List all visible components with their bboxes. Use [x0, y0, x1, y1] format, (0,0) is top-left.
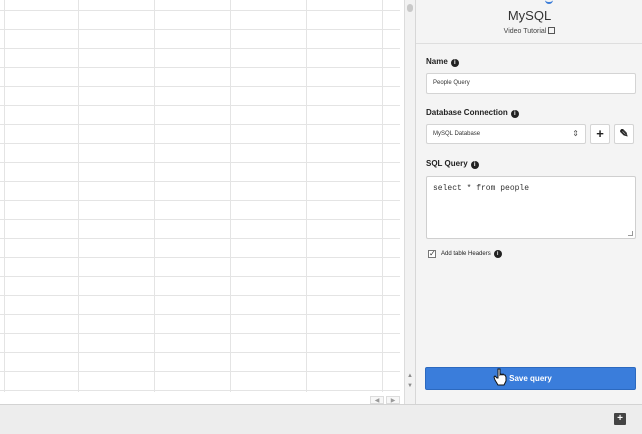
grid-row-line [0, 257, 400, 258]
info-icon[interactable]: i [510, 110, 519, 118]
video-tutorial-label: Video Tutorial [503, 28, 547, 35]
grid-row-line [0, 124, 400, 125]
grid-row-line [0, 200, 400, 201]
logo-icon [545, 0, 553, 4]
panel-title: MySQL [507, 8, 552, 23]
spreadsheet-grid[interactable] [0, 0, 404, 400]
connection-label-text: Database Connection [426, 108, 508, 117]
sql-query-text: select * from people [433, 184, 530, 193]
add-headers-checkbox[interactable]: ✓ [428, 250, 436, 258]
name-label-text: Name [426, 57, 448, 66]
select-caret-icon: ⇕ [572, 129, 579, 138]
connection-select-value: MySQL Database [433, 131, 481, 137]
grid-row-line [0, 143, 400, 144]
scroll-right-icon[interactable]: ▶ [386, 396, 400, 404]
grid-row-line [0, 333, 400, 334]
grid-row-line [0, 29, 400, 30]
divider [416, 43, 642, 44]
edit-icon: ✎ [619, 128, 629, 140]
grid-row-line [0, 162, 400, 163]
connection-label: Database Connection i [426, 108, 519, 118]
info-icon[interactable]: i [493, 250, 502, 258]
grid-row-line [0, 295, 400, 296]
video-tutorial-link[interactable]: Video Tutorial [416, 27, 642, 35]
add-headers-label-text: Add table Headers [441, 251, 491, 257]
resize-handle-icon[interactable] [628, 231, 633, 236]
bottom-bar: + [0, 404, 642, 434]
plus-square-icon[interactable]: + [614, 413, 626, 425]
scroll-up-icon[interactable]: ▲ [405, 372, 415, 381]
add-connection-button[interactable]: + [590, 124, 610, 144]
grid-row-line [0, 390, 400, 391]
query-label-text: SQL Query [426, 159, 468, 168]
hand-cursor-icon [493, 368, 507, 386]
query-label: SQL Query i [426, 159, 479, 169]
horizontal-scroll-buttons: ◀ ▶ [370, 396, 400, 404]
grid-row-line [0, 276, 400, 277]
scroll-thumb[interactable] [407, 4, 413, 12]
app-window: ▲ ▼ ◀ ▶ MySQL Video Tutorial Name i Peopl… [0, 0, 642, 434]
grid-row-line [0, 314, 400, 315]
vertical-scrollbar[interactable]: ▲ ▼ [404, 0, 415, 404]
plus-icon: + [596, 126, 604, 141]
add-headers-label: Add table Headers i [441, 250, 502, 258]
name-label: Name i [426, 57, 459, 67]
grid-row-line [0, 219, 400, 220]
database-connection-select[interactable]: MySQL Database ⇕ [426, 124, 586, 144]
grid-row-line [0, 371, 400, 372]
grid-row-line [0, 86, 400, 87]
sql-query-textarea[interactable]: select * from people [426, 176, 636, 239]
query-settings-panel: MySQL Video Tutorial Name i People Query … [415, 0, 642, 404]
grid-row-line [0, 10, 400, 11]
scroll-down-icon[interactable]: ▼ [405, 382, 415, 391]
name-input[interactable]: People Query [426, 73, 636, 94]
grid-row-line [0, 48, 400, 49]
external-link-icon [548, 27, 556, 34]
grid-row-line [0, 181, 400, 182]
edit-connection-button[interactable]: ✎ [614, 124, 634, 144]
grid-row-line [0, 238, 400, 239]
info-icon[interactable]: i [470, 161, 479, 169]
info-icon[interactable]: i [450, 59, 459, 67]
save-query-button[interactable]: Save query [425, 367, 636, 390]
grid-row-line [0, 105, 400, 106]
grid-row-line [0, 67, 400, 68]
grid-row-line [0, 352, 400, 353]
scroll-left-icon[interactable]: ◀ [370, 396, 384, 404]
